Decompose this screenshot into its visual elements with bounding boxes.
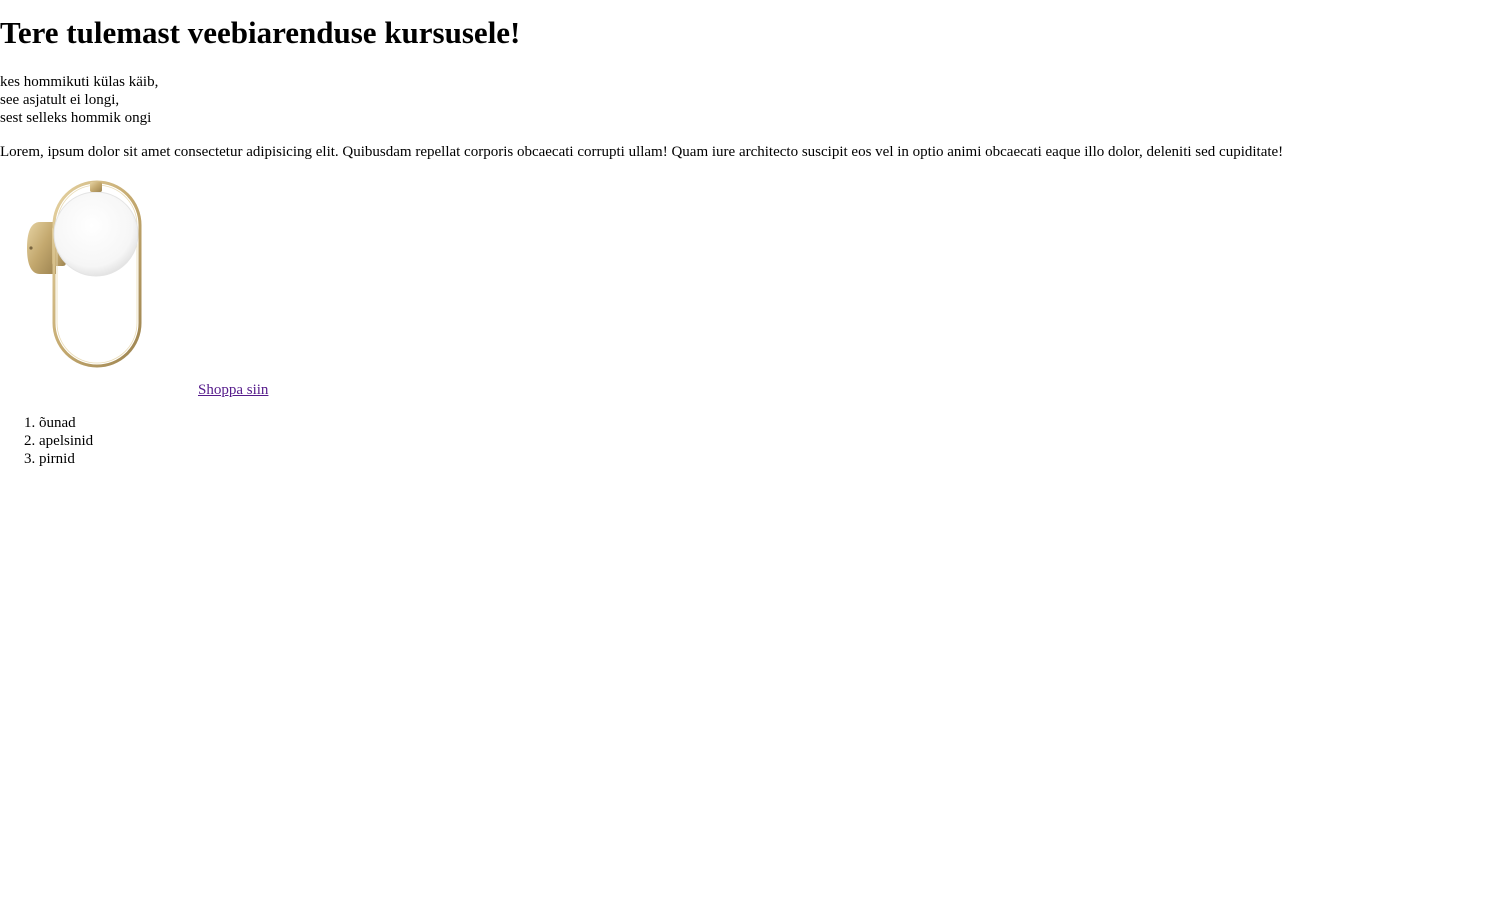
list-item: apelsinid: [39, 432, 93, 450]
wall-lamp-image: [27, 180, 142, 368]
page-title: Tere tulemast veebiarenduse kursusele!: [0, 15, 521, 50]
poem-line: kes hommikuti külas käib,: [0, 74, 159, 90]
poem: kes hommikuti külas käib, see asjatult e…: [0, 73, 158, 127]
shop-link[interactable]: Shoppa siin: [198, 381, 268, 399]
poem-line: sest selleks hommik ongi: [0, 110, 152, 126]
fruit-list: õunad apelsinid pirnid: [0, 414, 93, 468]
poem-line: see asjatult ei longi,: [0, 92, 120, 108]
list-item: pirnid: [39, 450, 93, 468]
lorem-paragraph: Lorem, ipsum dolor sit amet consectetur …: [0, 144, 1284, 160]
page: Tere tulemast veebiarenduse kursusele! k…: [0, 0, 1500, 900]
list-item: õunad: [39, 414, 93, 432]
product-block: Shoppa siin: [0, 172, 300, 402]
